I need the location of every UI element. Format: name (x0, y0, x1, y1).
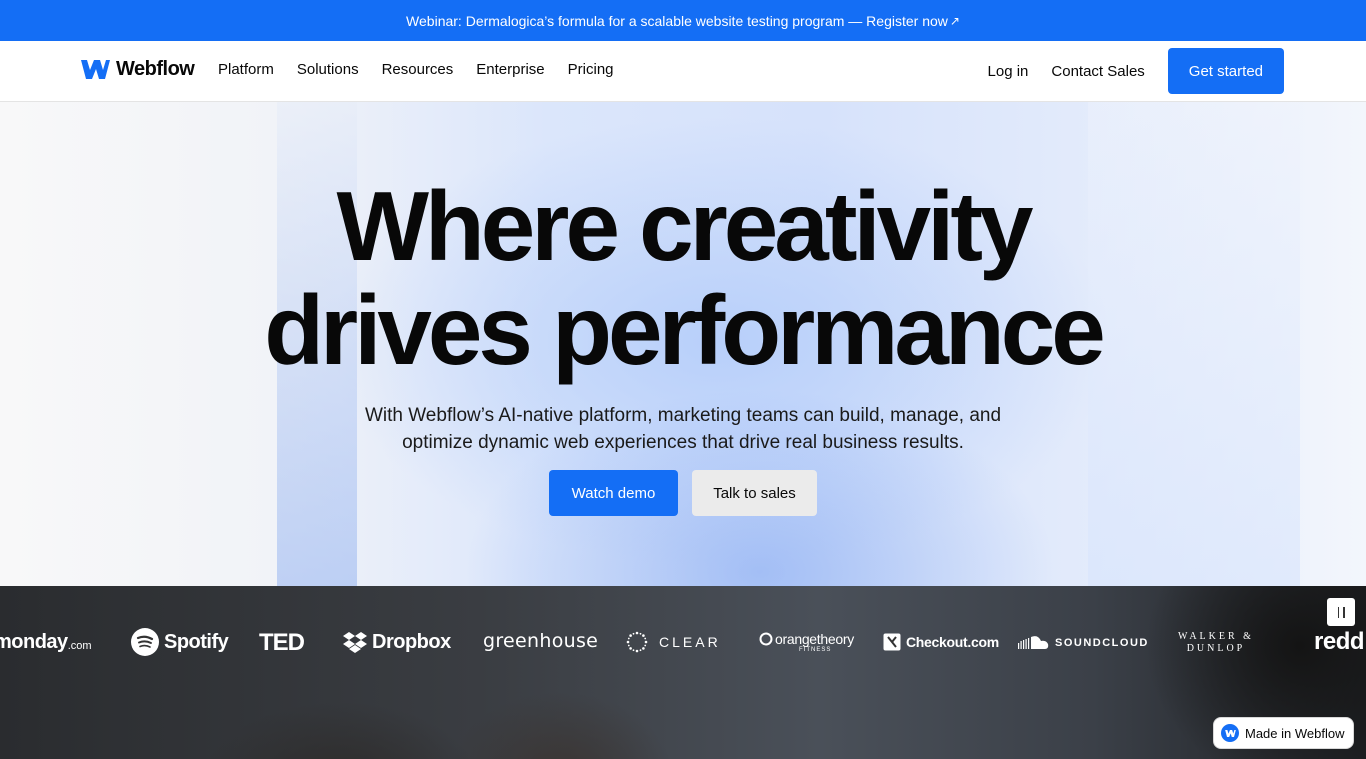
pause-icon (1343, 606, 1345, 618)
spotify-icon (131, 628, 159, 656)
webflow-badge-icon (1221, 724, 1239, 742)
logo-dropbox-text: Dropbox (372, 631, 451, 653)
webinar-link[interactable]: Webinar: Dermalogica’s formula for a sca… (406, 13, 960, 29)
logo-wordmark: Webflow (116, 58, 195, 80)
hero-headline-line-1: Where creativity (336, 171, 1033, 281)
hero-section: Where creativity drives performance With… (0, 102, 1366, 586)
logo-walker-line1: WALKER & (1178, 631, 1254, 642)
logo-spotify-text: Spotify (164, 630, 229, 653)
customer-logos-strip: monday .com Spotify TED Dropbox greenhous… (0, 586, 1366, 759)
logo-checkout: Checkout.com (883, 633, 999, 651)
soundcloud-icon (1018, 636, 1049, 649)
logo-monday: monday .com (0, 631, 92, 654)
nav-actions: Log in Contact Sales Get started (988, 48, 1284, 94)
logo-greenhouse-text: greenhouse (483, 630, 599, 652)
logo-walker-line2: DUNLOP (1186, 643, 1246, 654)
logo-spotify: Spotify (131, 628, 229, 656)
hero-subtitle-line-1: With Webflow’s AI-native platform, marke… (364, 405, 1002, 426)
logo-soundcloud: SOUNDCLOUD (1018, 635, 1149, 651)
logo-clear: CLEAR (626, 631, 721, 653)
logo-ted: TED (259, 629, 305, 657)
nav-platform[interactable]: Platform (218, 61, 274, 78)
logo-monday-suffix: .com (67, 639, 92, 652)
contact-sales-link[interactable]: Contact Sales (1051, 63, 1144, 80)
nav-pricing[interactable]: Pricing (568, 61, 614, 78)
logo-checkout-text: Checkout.com (906, 634, 999, 650)
marquee-pause-button[interactable] (1327, 598, 1355, 626)
watch-demo-button[interactable]: Watch demo (549, 470, 678, 516)
talk-to-sales-button[interactable]: Talk to sales (692, 470, 817, 516)
logo-orangetheory-text: orangetheory (775, 631, 854, 647)
logo-reddit: redd (1314, 628, 1365, 656)
logo-orangetheory: orangetheory FITNESS (759, 631, 854, 653)
made-in-webflow-text: Made in Webflow (1245, 725, 1345, 741)
logo-walker-dunlop: WALKER & DUNLOP (1178, 631, 1254, 654)
webinar-link-text: Webinar: Dermalogica’s formula for a sca… (406, 12, 948, 29)
primary-nav-links: Platform Solutions Resources Enterprise … (218, 61, 637, 78)
logo-soundcloud-text: SOUNDCLOUD (1055, 637, 1149, 649)
get-started-button[interactable]: Get started (1167, 48, 1284, 94)
hero-headline-line-2: drives performance (264, 275, 1106, 385)
main-navigation: Webflow Platform Solutions Resources Ent… (0, 41, 1366, 102)
clear-dots-icon (626, 631, 648, 653)
nav-resources[interactable]: Resources (382, 61, 454, 78)
checkout-icon (883, 633, 901, 651)
logo-orangetheory-sub: FITNESS (799, 647, 832, 653)
pause-icon (1337, 606, 1339, 618)
logo-greenhouse: greenhouse (483, 630, 598, 652)
hero-buttons: Watch demo Talk to sales (549, 470, 817, 516)
external-arrow-icon: ↗ (949, 13, 960, 28)
nav-enterprise[interactable]: Enterprise (476, 61, 544, 78)
orangetheory-ring-icon (759, 632, 773, 646)
login-link[interactable]: Log in (988, 63, 1029, 80)
webflow-logo[interactable]: Webflow (81, 58, 195, 81)
nav-solutions[interactable]: Solutions (297, 61, 359, 78)
logo-ted-text: TED (259, 629, 305, 656)
webflow-logo-icon (81, 60, 110, 79)
logo-monday-text: monday (0, 631, 68, 653)
logo-orangetheory-word: orangetheory (759, 631, 854, 647)
announcement-banner: Webinar: Dermalogica’s formula for a sca… (0, 0, 1366, 41)
dropbox-icon (343, 632, 367, 653)
hero-subtitle-line-2: optimize dynamic web experiences that dr… (402, 432, 964, 453)
logo-dropbox: Dropbox (343, 631, 451, 654)
logo-clear-text: CLEAR (659, 634, 721, 650)
webflow-mark-icon (1224, 729, 1236, 737)
logo-reddit-text: redd (1314, 628, 1365, 655)
made-in-webflow-badge[interactable]: Made in Webflow (1213, 717, 1354, 749)
